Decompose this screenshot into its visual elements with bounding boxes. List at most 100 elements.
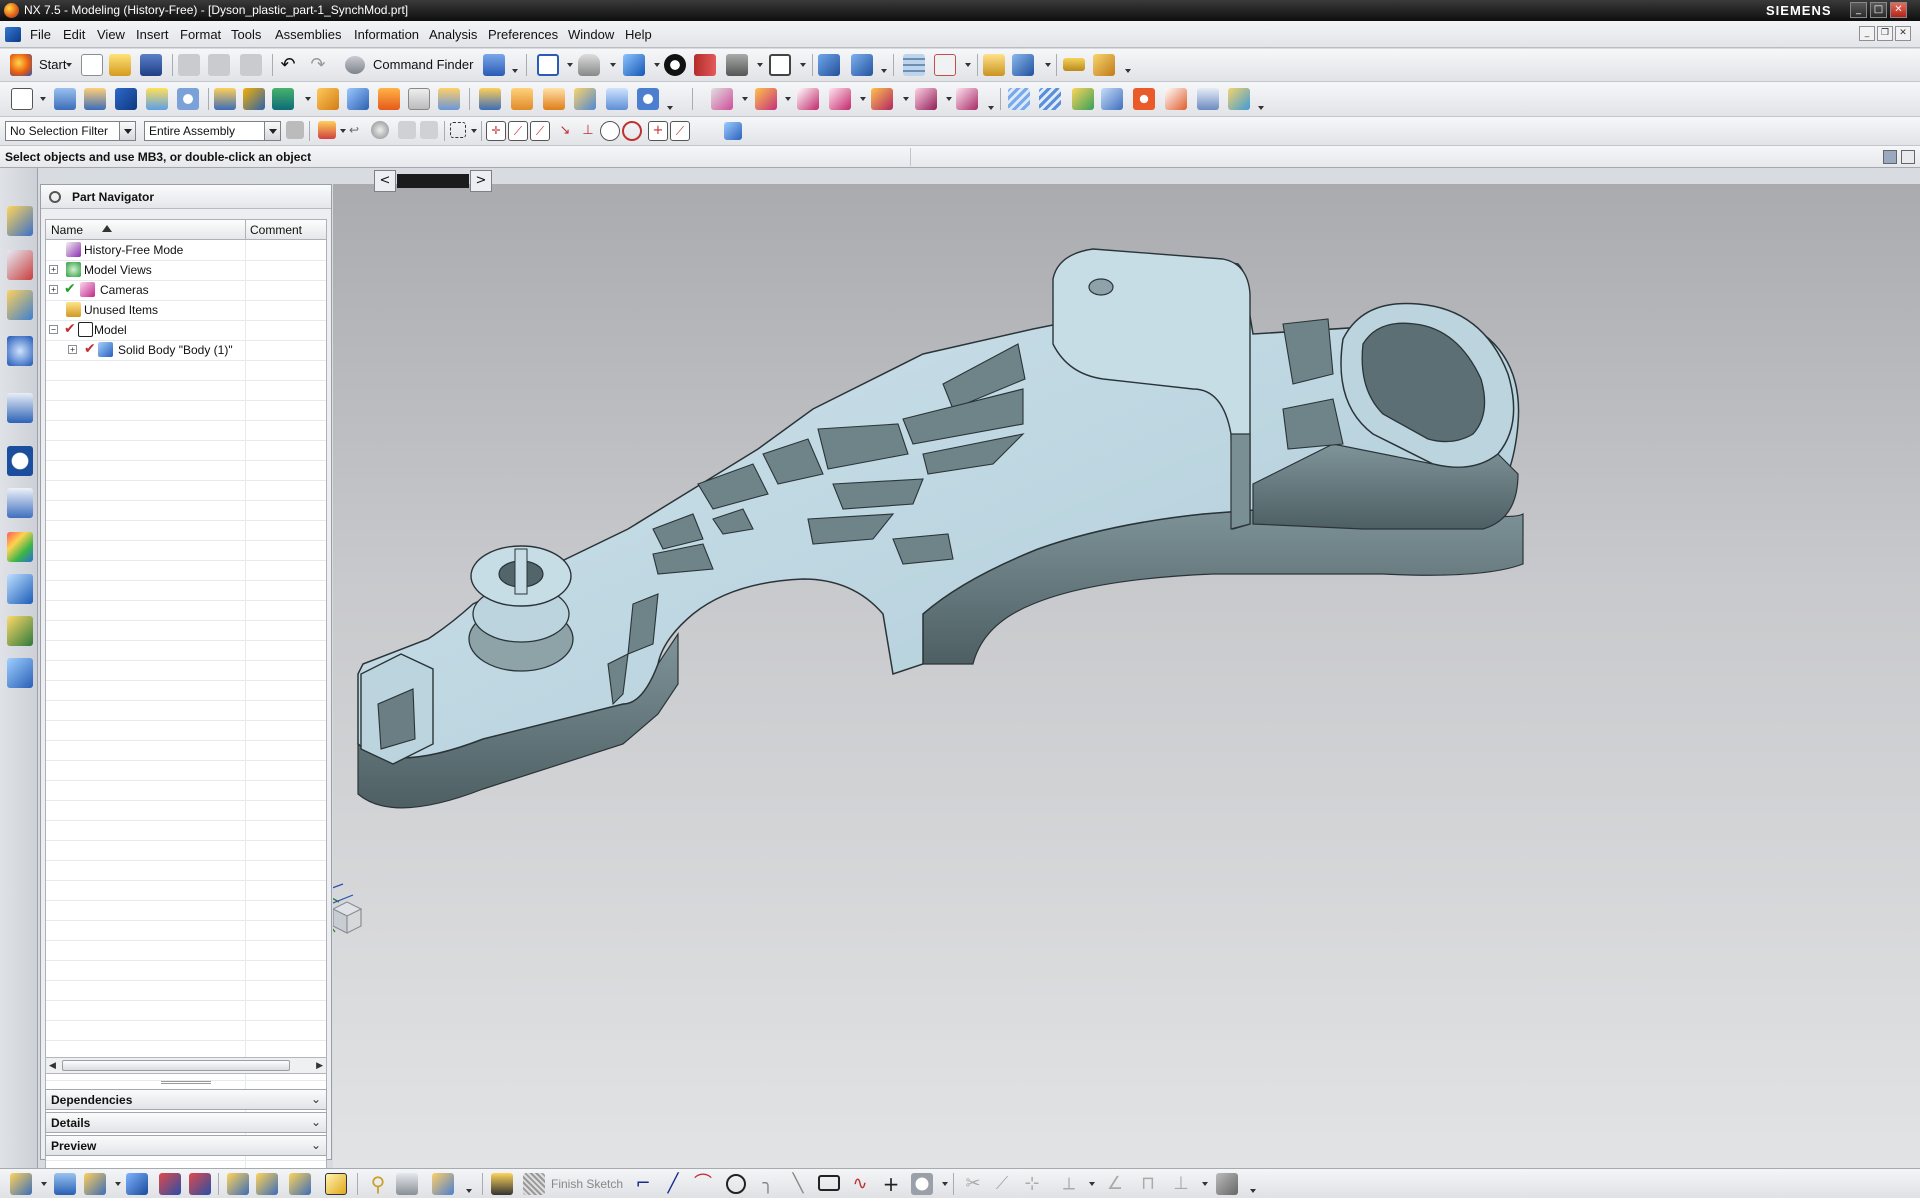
- tab-scroll-right-button[interactable]: >: [470, 170, 492, 192]
- assembly-navigator-icon[interactable]: [7, 206, 33, 236]
- sew-icon[interactable]: [1197, 88, 1219, 110]
- copy-icon[interactable]: [208, 54, 230, 76]
- checkmark-icon[interactable]: ✔: [64, 281, 76, 297]
- dropdown-icon[interactable]: [610, 63, 616, 67]
- edge-blend-icon[interactable]: [317, 88, 339, 110]
- menu-help[interactable]: Help: [625, 27, 652, 42]
- dropdown-icon[interactable]: [988, 106, 994, 110]
- dropdown-icon[interactable]: [567, 63, 573, 67]
- point-on-curve-icon[interactable]: ⟋: [670, 121, 690, 141]
- quick-extend-icon[interactable]: ⟋: [991, 1173, 1013, 1195]
- perspective-icon[interactable]: [578, 54, 600, 76]
- revolve-icon[interactable]: [84, 88, 106, 110]
- sketch-settings-icon[interactable]: [1216, 1173, 1238, 1195]
- pull-face-icon[interactable]: [606, 88, 628, 110]
- column-divider[interactable]: [245, 220, 246, 240]
- line-icon[interactable]: ╱: [662, 1173, 684, 1195]
- snap-view-icon[interactable]: [851, 54, 873, 76]
- close-button[interactable]: ✕: [1890, 2, 1907, 18]
- pin-icon[interactable]: [49, 191, 61, 203]
- dropdown-icon[interactable]: [340, 129, 346, 133]
- tree-row-solid-body[interactable]: + ✔ Solid Body "Body (1)": [46, 340, 326, 360]
- layer-settings-icon[interactable]: [903, 54, 925, 76]
- scroll-left-icon[interactable]: ◀: [49, 1061, 56, 1071]
- tree-row-cameras[interactable]: + ✔ Cameras: [46, 280, 326, 300]
- delete-face-icon[interactable]: [797, 88, 819, 110]
- through-curves-icon[interactable]: [1039, 88, 1061, 110]
- menu-assemblies[interactable]: Assemblies: [275, 27, 341, 42]
- point-set-icon[interactable]: [256, 1173, 278, 1195]
- scroll-right-icon[interactable]: ▶: [316, 1061, 323, 1071]
- tree-row-unused-items[interactable]: Unused Items: [46, 300, 326, 320]
- chamfer-sketch-icon[interactable]: ╲: [787, 1173, 809, 1195]
- tab-scroll-left-button[interactable]: <: [374, 170, 396, 192]
- pattern-icon[interactable]: [511, 88, 533, 110]
- panel-details[interactable]: Details ⌄: [45, 1112, 327, 1133]
- collapse-icon[interactable]: −: [49, 325, 58, 334]
- undock-icon[interactable]: [1901, 150, 1915, 164]
- unite-icon[interactable]: [214, 88, 236, 110]
- horizontal-scrollbar[interactable]: ◀ ▶: [45, 1057, 327, 1074]
- dropdown-icon[interactable]: [742, 97, 748, 101]
- show-constraints-icon[interactable]: ⊓: [1137, 1173, 1159, 1195]
- save-icon[interactable]: [140, 54, 162, 76]
- dropdown-icon[interactable]: [757, 63, 763, 67]
- graphics-window[interactable]: [333, 184, 1920, 1168]
- document-menu-icon[interactable]: [5, 27, 21, 42]
- block-icon[interactable]: [115, 88, 137, 110]
- dropdown-icon[interactable]: [1250, 1189, 1256, 1193]
- dropdown-icon[interactable]: [946, 97, 952, 101]
- resize-blend-icon[interactable]: [755, 88, 777, 110]
- existing-point-icon[interactable]: +: [648, 121, 668, 141]
- studio-surface-icon[interactable]: [1165, 88, 1187, 110]
- surface-icon[interactable]: [1008, 88, 1030, 110]
- quadrant-point-icon[interactable]: [622, 121, 642, 141]
- measure-angle-icon[interactable]: [1093, 54, 1115, 76]
- boss-icon[interactable]: [177, 88, 199, 110]
- dock-icon[interactable]: [1883, 150, 1897, 164]
- rectangle-select-icon[interactable]: [450, 122, 466, 138]
- snap-grid-icon[interactable]: [325, 1173, 347, 1195]
- chevron-down-icon[interactable]: ⌄: [311, 1138, 321, 1152]
- tree-row-model[interactable]: − ✔ Model: [46, 320, 326, 340]
- face-rule-icon[interactable]: [371, 121, 389, 139]
- dropdown-icon[interactable]: [41, 1182, 47, 1186]
- transform-icon[interactable]: [126, 1173, 148, 1195]
- analysis-icon[interactable]: [983, 54, 1005, 76]
- datum-csys-icon[interactable]: [84, 1173, 106, 1195]
- menu-format[interactable]: Format: [180, 27, 221, 42]
- sketch-task-icon[interactable]: [491, 1173, 513, 1195]
- sort-ascending-icon[interactable]: [102, 225, 112, 232]
- new-file-icon[interactable]: [81, 54, 103, 76]
- auto-constrain-icon[interactable]: ∠: [1104, 1173, 1126, 1195]
- profile-icon[interactable]: ⌐: [632, 1173, 654, 1195]
- menu-insert[interactable]: Insert: [136, 27, 169, 42]
- arc-icon[interactable]: ⌒: [692, 1173, 714, 1195]
- arc-center-icon[interactable]: [600, 121, 620, 141]
- menu-analysis[interactable]: Analysis: [429, 27, 477, 42]
- tree-row-model-views[interactable]: + Model Views: [46, 260, 326, 280]
- menu-preferences[interactable]: Preferences: [488, 27, 558, 42]
- dropdown-icon[interactable]: [785, 97, 791, 101]
- dropdown-icon[interactable]: [654, 63, 660, 67]
- type-filter-icon[interactable]: [318, 121, 336, 139]
- plane-icon[interactable]: [289, 1173, 311, 1195]
- dropdown-icon[interactable]: [942, 1182, 948, 1186]
- view-tab-indicator[interactable]: [397, 174, 469, 188]
- dropdown-icon[interactable]: [1045, 63, 1051, 67]
- dropdown-icon[interactable]: [965, 63, 971, 67]
- shell-icon[interactable]: [408, 88, 430, 110]
- column-name[interactable]: Name: [51, 223, 83, 237]
- constraints-icon[interactable]: ⟂: [1058, 1173, 1080, 1195]
- dropdown-icon[interactable]: [1258, 106, 1264, 110]
- dropdown-icon[interactable]: [860, 97, 866, 101]
- chevron-down-icon[interactable]: [264, 122, 280, 140]
- menu-view[interactable]: View: [97, 27, 125, 42]
- start-dropdown-icon[interactable]: [66, 63, 72, 67]
- dropdown-icon[interactable]: [800, 63, 806, 67]
- dropdown-icon[interactable]: [667, 106, 673, 110]
- dropdown-icon[interactable]: [1089, 1182, 1095, 1186]
- finish-sketch-icon[interactable]: [523, 1173, 545, 1195]
- column-comment[interactable]: Comment: [250, 223, 302, 237]
- selection-scope-dropdown[interactable]: Entire Assembly: [144, 121, 281, 141]
